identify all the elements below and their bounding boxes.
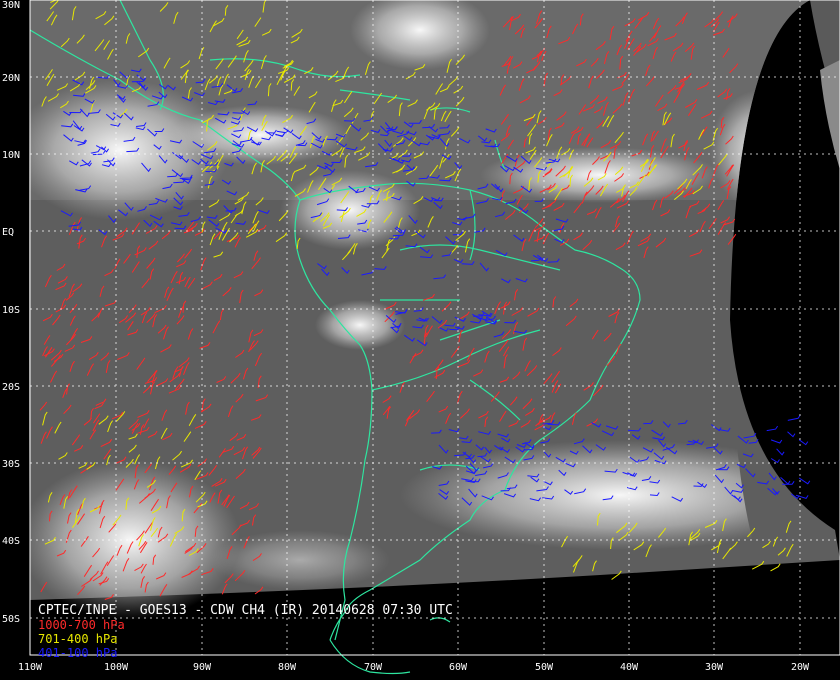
latitude-labels: 30N 20N 10N EQ 10S 20S 30S 40S 50S — [2, 0, 20, 625]
wind-barb — [787, 415, 801, 421]
latitude-label: 20N — [2, 73, 20, 84]
latitude-label: EQ — [2, 227, 14, 238]
wind-barb — [770, 439, 783, 444]
wind-barb — [787, 431, 796, 438]
wind-barb — [776, 448, 785, 456]
longitude-label: 80W — [278, 662, 297, 673]
wind-barb — [766, 425, 779, 432]
longitude-label: 90W — [193, 662, 212, 673]
wind-barb — [770, 563, 781, 572]
satellite-map: 30N 20N 10N EQ 10S 20S 30S 40S 50S 110W 100W 90W 80… — [2, 0, 840, 675]
ir-image — [29, 0, 840, 620]
latitude-label: 30S — [2, 459, 20, 470]
latitude-label: 50S — [2, 614, 20, 625]
wind-barb — [798, 477, 811, 485]
latitude-label: 10N — [2, 150, 20, 161]
latitude-label: 20S — [2, 382, 20, 393]
longitude-label: 70W — [364, 662, 383, 673]
legend-mid-level: 701-400 hPa — [38, 632, 118, 646]
latitude-label: 30N — [2, 0, 20, 11]
longitude-label: 110W — [18, 662, 43, 673]
longitude-label: 60W — [449, 662, 468, 673]
legend-low-level: 1000-700 hPa — [38, 618, 125, 632]
latitude-label: 40S — [2, 536, 20, 547]
longitude-label: 30W — [705, 662, 724, 673]
wind-barb — [770, 458, 780, 464]
longitude-label: 100W — [104, 662, 129, 673]
wind-barb — [782, 481, 795, 485]
legend-high-level: 401-100 hPa — [38, 646, 118, 660]
longitude-labels: 110W 100W 90W 80W 70W 60W 50W 40W 30W 20W — [18, 662, 810, 673]
wind-barb — [798, 439, 809, 446]
latitude-label: 10S — [2, 305, 20, 316]
longitude-label: 40W — [620, 662, 639, 673]
map-title: CPTEC/INPE - GOES13 - CDW CH4 (IR) 20140… — [38, 603, 453, 618]
longitude-label: 50W — [535, 662, 554, 673]
longitude-label: 20W — [791, 662, 810, 673]
